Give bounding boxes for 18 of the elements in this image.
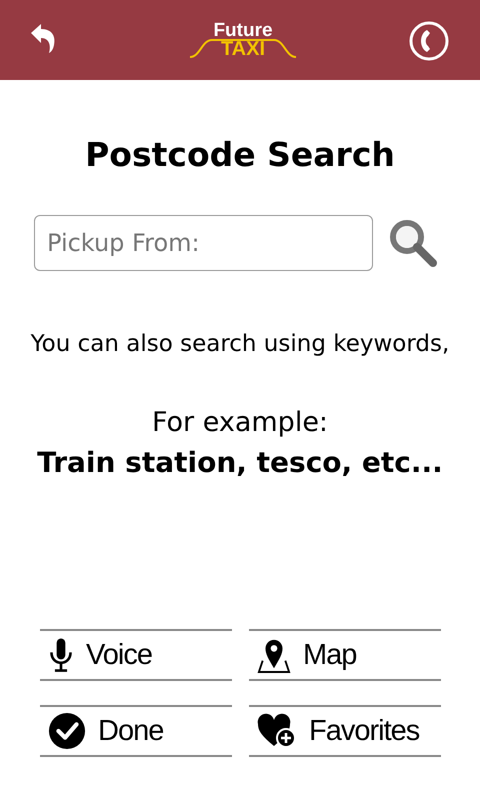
example-text: Train station, tesco, etc... [36, 445, 444, 481]
action-button[interactable]: Favorites [249, 705, 441, 757]
taxi-roof-icon [188, 38, 298, 58]
microphone-icon [48, 637, 74, 673]
example-label: For example: [150, 406, 330, 440]
check-circle-icon [48, 712, 86, 750]
action-button[interactable]: Done [40, 705, 232, 757]
hint-text: You can also search using keywords, [30, 330, 450, 359]
phone-icon[interactable] [409, 21, 449, 61]
pickup-input-field[interactable]: Pickup From: [34, 215, 373, 271]
logo-text: TAXI [220, 38, 266, 58]
action-button[interactable]: Map [249, 629, 441, 681]
search-icon[interactable] [387, 217, 439, 269]
logo-text: Future [213, 20, 273, 40]
page-title: Postcode Search [84, 135, 396, 175]
heart-plus-icon [257, 713, 297, 749]
action-button[interactable]: Voice [40, 629, 232, 681]
back-icon[interactable] [29, 23, 57, 53]
